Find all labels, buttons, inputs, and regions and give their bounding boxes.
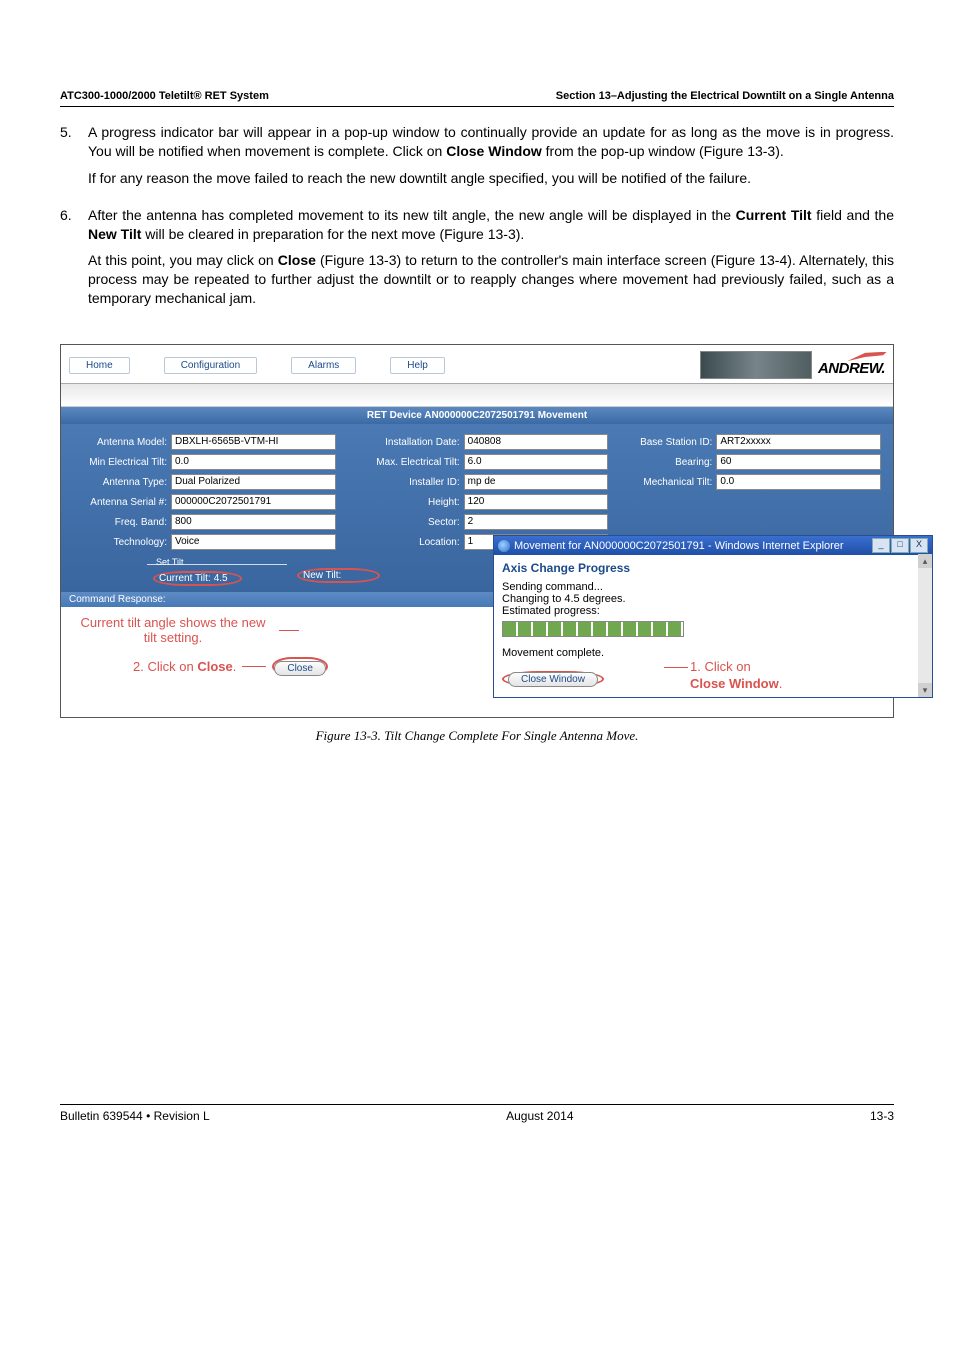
min-tilt-label: Min Electrical Tilt: (73, 457, 167, 468)
serial-label: Antenna Serial #: (73, 497, 167, 508)
footer-left: Bulletin 639544 • Revision L (60, 1109, 210, 1123)
popup-line-2: Changing to 4.5 degrees. (502, 593, 924, 605)
popup-heading: Axis Change Progress (502, 561, 924, 575)
figure-caption: Figure 13-3. Tilt Change Complete For Si… (60, 728, 894, 744)
popup-titlebar[interactable]: Movement for AN000000C2072501791 - Windo… (494, 536, 932, 555)
step-6-p1: After the antenna has completed movement… (88, 206, 894, 244)
mech-tilt-field[interactable]: 0.0 (716, 474, 881, 490)
brand-photo (700, 351, 812, 379)
tech-label: Technology: (73, 537, 167, 548)
step-list: 5. A progress indicator bar will appear … (60, 123, 894, 316)
popup-line-3: Estimated progress: (502, 605, 924, 617)
new-tilt-label: New Tilt: (303, 570, 341, 581)
max-tilt-label: Max. Electrical Tilt: (346, 457, 460, 468)
header-right: Section 13–Adjusting the Electrical Down… (556, 90, 894, 102)
scroll-down-icon[interactable]: ▾ (918, 683, 932, 697)
step-5-p1: A progress indicator bar will appear in … (88, 123, 894, 161)
base-station-label: Base Station ID: (618, 437, 712, 448)
step-6-p2: At this point, you may click on Close (F… (88, 251, 894, 308)
antenna-type-label: Antenna Type: (73, 477, 167, 488)
step-number: 6. (60, 206, 88, 316)
sector-label: Sector: (346, 517, 460, 528)
set-tilt-legend: Set Tilt (153, 557, 187, 567)
progress-popup: Movement for AN000000C2072501791 - Windo… (493, 535, 933, 698)
antenna-type-field[interactable]: Dual Polarized (171, 474, 336, 490)
installer-label: Installer ID: (346, 477, 460, 488)
mech-tilt-label: Mechanical Tilt: (618, 477, 712, 488)
app-window: Home Configuration Alarms Help ANDREW. R… (60, 344, 894, 718)
step-6: 6. After the antenna has completed movem… (60, 206, 894, 316)
sector-field[interactable]: 2 (464, 514, 609, 530)
install-date-field[interactable]: 040808 (464, 434, 609, 450)
nav-home[interactable]: Home (69, 357, 130, 374)
popup-title-text: Movement for AN000000C2072501791 - Windo… (514, 540, 844, 552)
current-tilt-label: Current Tilt: (159, 573, 211, 584)
nav-alarms[interactable]: Alarms (291, 357, 356, 374)
tech-field[interactable]: Voice (171, 534, 336, 550)
freq-label: Freq. Band: (73, 517, 167, 528)
close-window-button[interactable]: Close Window (508, 672, 598, 687)
step-5-p2: If for any reason the move failed to rea… (88, 169, 894, 188)
serial-field[interactable]: 000000C2072501791 (171, 494, 336, 510)
brand-logo: ANDREW. (818, 354, 885, 377)
bearing-label: Bearing: (618, 457, 712, 468)
height-field[interactable]: 120 (464, 494, 609, 510)
freq-field[interactable]: 800 (171, 514, 336, 530)
progress-bar (502, 621, 684, 637)
page-header: ATC300-1000/2000 Teletilt® RET System Se… (60, 90, 894, 107)
height-label: Height: (346, 497, 460, 508)
step-5: 5. A progress indicator bar will appear … (60, 123, 894, 196)
popup-line-1: Sending command... (502, 581, 924, 593)
close-icon[interactable]: X (910, 538, 928, 553)
footer-center: August 2014 (506, 1109, 573, 1123)
annotation-close-window: 1. Click on Close Window. (690, 659, 782, 693)
header-left: ATC300-1000/2000 Teletilt® RET System (60, 90, 269, 102)
scroll-up-icon[interactable]: ▴ (918, 554, 932, 568)
page-footer: Bulletin 639544 • Revision L August 2014… (60, 1104, 894, 1123)
figure-13-3: Home Configuration Alarms Help ANDREW. R… (60, 344, 894, 744)
ie-icon (498, 540, 510, 552)
current-tilt-field[interactable]: 4.5 (214, 573, 236, 584)
min-tilt-field[interactable]: 0.0 (171, 454, 336, 470)
bearing-field[interactable]: 60 (716, 454, 881, 470)
installer-field[interactable]: mp de (464, 474, 609, 490)
section-title: RET Device AN000000C2072501791 Movement (61, 407, 893, 424)
minimize-icon[interactable]: _ (872, 538, 890, 553)
nav-bar: Home Configuration Alarms Help ANDREW. (61, 345, 893, 383)
base-station-field[interactable]: ART2xxxxx (716, 434, 881, 450)
nav-help[interactable]: Help (390, 357, 445, 374)
step-number: 5. (60, 123, 88, 196)
maximize-icon[interactable]: □ (891, 538, 909, 553)
max-tilt-field[interactable]: 6.0 (464, 454, 609, 470)
footer-right: 13-3 (870, 1109, 894, 1123)
antenna-model-field[interactable]: DBXLH-6565B-VTM-HI (171, 434, 336, 450)
location-label: Location: (346, 537, 460, 548)
popup-line-4: Movement complete. (502, 647, 924, 659)
antenna-model-label: Antenna Model: (73, 437, 167, 448)
install-date-label: Installation Date: (346, 437, 460, 448)
close-button[interactable]: Close (274, 661, 326, 676)
popup-scrollbar[interactable]: ▴ ▾ (918, 554, 932, 697)
nav-configuration[interactable]: Configuration (164, 357, 257, 374)
